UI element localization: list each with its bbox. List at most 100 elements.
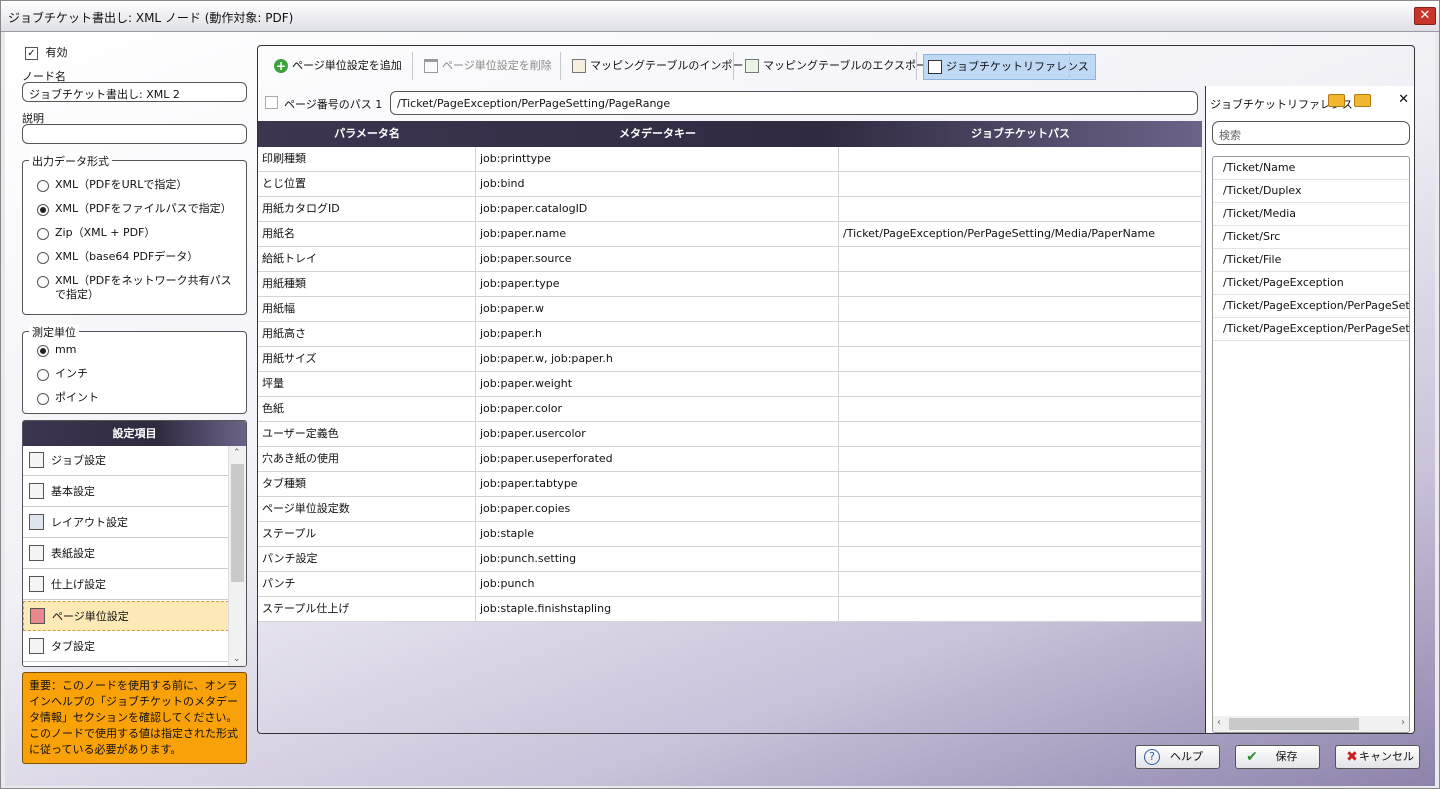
table-row[interactable]: とじ位置 job:bind [258, 172, 1202, 197]
reference-item[interactable]: /Ticket/PageException/PerPageSetting [1213, 318, 1409, 341]
table-row[interactable]: パンチ job:punch [258, 572, 1202, 597]
table-row[interactable]: 色紙 job:paper.color [258, 397, 1202, 422]
table-row[interactable]: 穴あき紙の使用 job:paper.useperforated [258, 447, 1202, 472]
table-row[interactable]: 用紙種類 job:paper.type [258, 272, 1202, 297]
ticket-path-cell[interactable] [839, 172, 1202, 196]
close-panel-icon[interactable]: ✕ [1398, 92, 1409, 107]
scroll-up-icon[interactable]: ⌃ [233, 448, 241, 458]
settings-item-job[interactable]: ジョブ設定 [23, 446, 229, 476]
enabled-checkbox-row[interactable]: ✓ 有効 [25, 44, 68, 60]
table-row[interactable]: 用紙幅 job:paper.w [258, 297, 1202, 322]
folder-icon[interactable] [1328, 94, 1345, 107]
reference-item[interactable]: /Ticket/Media [1213, 203, 1409, 226]
import-mapping-button[interactable]: マッピングテーブルのインポート [572, 54, 754, 78]
header-ticket-path[interactable]: ジョブチケットパス [839, 121, 1202, 147]
panel-icon [928, 60, 942, 74]
page-range-path-field[interactable]: /Ticket/PageException/PerPageSetting/Pag… [390, 91, 1198, 115]
table-row[interactable]: ユーザー定義色 job:paper.usercolor [258, 422, 1202, 447]
param-name-cell: 用紙種類 [258, 272, 476, 296]
cancel-button[interactable]: ✖ キャンセル [1335, 745, 1420, 769]
table-row[interactable]: ステープル仕上げ job:staple.finishstapling [258, 597, 1202, 622]
node-name-field[interactable]: ジョブチケット書出し: XML 2 [22, 82, 247, 102]
ticket-path-cell[interactable] [839, 572, 1202, 596]
close-button[interactable]: ✕ [1414, 7, 1436, 25]
folder-delete-icon[interactable] [1354, 94, 1371, 107]
ticket-path-cell[interactable] [839, 322, 1202, 346]
unit-radio-inch[interactable] [37, 369, 49, 381]
table-row[interactable]: 印刷種類 job:printtype [258, 147, 1202, 172]
reference-item[interactable]: /Ticket/File [1213, 249, 1409, 272]
export-mapping-button[interactable]: マッピングテーブルのエクスポート [745, 54, 938, 78]
reference-item[interactable]: /Ticket/Name [1213, 157, 1409, 180]
header-param-name[interactable]: パラメータ名 [258, 121, 476, 147]
reference-item[interactable]: /Ticket/Duplex [1213, 180, 1409, 203]
delete-perpage-button[interactable]: ページ単位設定を削除 [424, 54, 552, 78]
output-radio-0[interactable] [37, 180, 49, 192]
unit-radio-mm[interactable] [37, 345, 49, 357]
settings-item-cover[interactable]: 表紙設定 [23, 539, 229, 569]
ticket-path-cell[interactable] [839, 472, 1202, 496]
table-row[interactable]: パンチ設定 job:punch.setting [258, 547, 1202, 572]
description-field[interactable] [22, 124, 247, 144]
reference-item[interactable]: /Ticket/PageException/PerPageSetting [1213, 295, 1409, 318]
table-row[interactable]: 用紙サイズ job:paper.w, job:paper.h [258, 347, 1202, 372]
scrollbar-thumb[interactable] [1229, 718, 1359, 730]
table-row[interactable]: タブ種類 job:paper.tabtype [258, 472, 1202, 497]
output-radio-4[interactable] [37, 276, 49, 288]
table-row[interactable]: 用紙名 job:paper.name/Ticket/PageException/P… [258, 222, 1202, 247]
scroll-left-icon[interactable]: ‹ [1217, 717, 1221, 728]
scroll-down-icon[interactable]: ⌄ [233, 654, 241, 664]
param-name-cell: ページ単位設定数 [258, 497, 476, 521]
ticket-path-cell[interactable] [839, 372, 1202, 396]
page-range-checkbox[interactable] [265, 96, 278, 109]
ticket-path-cell[interactable] [839, 597, 1202, 621]
help-button[interactable]: ? ヘルプ [1135, 745, 1220, 769]
ticket-path-cell[interactable] [839, 297, 1202, 321]
metadata-key-cell: job:bind [476, 172, 839, 196]
output-radio-2[interactable] [37, 228, 49, 240]
table-row[interactable]: ページ単位設定数 job:paper.copies [258, 497, 1202, 522]
ticket-path-cell[interactable] [839, 247, 1202, 271]
output-radio-label-2: Zip（XML + PDF） [55, 226, 156, 239]
header-metadata-key[interactable]: メタデータキー [476, 121, 839, 147]
ticket-path-cell[interactable] [839, 347, 1202, 371]
table-row[interactable]: 用紙高さ job:paper.h [258, 322, 1202, 347]
table-row[interactable]: 用紙カタログID job:paper.catalogID [258, 197, 1202, 222]
enabled-checkbox[interactable]: ✓ [25, 46, 38, 60]
reference-hscrollbar[interactable]: ‹ › [1213, 716, 1409, 732]
settings-item-layout[interactable]: レイアウト設定 [23, 508, 229, 538]
settings-item-basic[interactable]: 基本設定 [23, 477, 229, 507]
add-perpage-button[interactable]: + ページ単位設定を追加 [274, 54, 402, 78]
reference-search-input[interactable]: 検索 [1212, 121, 1410, 145]
ticket-path-cell[interactable] [839, 547, 1202, 571]
reference-item[interactable]: /Ticket/PageException [1213, 272, 1409, 295]
settings-item-finishing[interactable]: 仕上げ設定 [23, 570, 229, 600]
ticket-path-cell[interactable] [839, 272, 1202, 296]
reference-toggle-label: ジョブチケットリファレンス [946, 60, 1089, 73]
ticket-path-cell[interactable] [839, 522, 1202, 546]
ticket-path-cell[interactable] [839, 447, 1202, 471]
unit-radio-label-1: インチ [55, 367, 88, 380]
ticket-path-cell[interactable] [839, 422, 1202, 446]
ticket-path-cell[interactable] [839, 397, 1202, 421]
unit-radio-point[interactable] [37, 393, 49, 405]
param-name-cell: 用紙名 [258, 222, 476, 246]
settings-item-perpage[interactable]: ページ単位設定 [23, 601, 229, 631]
output-radio-1[interactable] [37, 204, 49, 216]
scrollbar-thumb[interactable] [231, 464, 244, 582]
ticket-path-cell[interactable] [839, 147, 1202, 171]
add-perpage-label: ページ単位設定を追加 [292, 59, 402, 72]
ticket-path-cell[interactable] [839, 497, 1202, 521]
table-row[interactable]: 坪量 job:paper.weight [258, 372, 1202, 397]
table-row[interactable]: ステープル job:staple [258, 522, 1202, 547]
reference-item[interactable]: /Ticket/Src [1213, 226, 1409, 249]
ticket-path-cell[interactable] [839, 197, 1202, 221]
page-range-row: ページ番号のパス 1 /Ticket/PageException/PerPage… [258, 86, 1204, 120]
output-radio-3[interactable] [37, 252, 49, 264]
settings-scrollbar[interactable]: ⌃ ⌄ [228, 446, 246, 666]
ticket-path-cell[interactable]: /Ticket/PageException/PerPageSetting/Med… [839, 222, 1202, 246]
table-row[interactable]: 給紙トレイ job:paper.source [258, 247, 1202, 272]
settings-item-tab[interactable]: タブ設定 [23, 632, 229, 662]
scroll-right-icon[interactable]: › [1401, 717, 1405, 728]
save-button[interactable]: ✔ 保存 [1235, 745, 1320, 769]
